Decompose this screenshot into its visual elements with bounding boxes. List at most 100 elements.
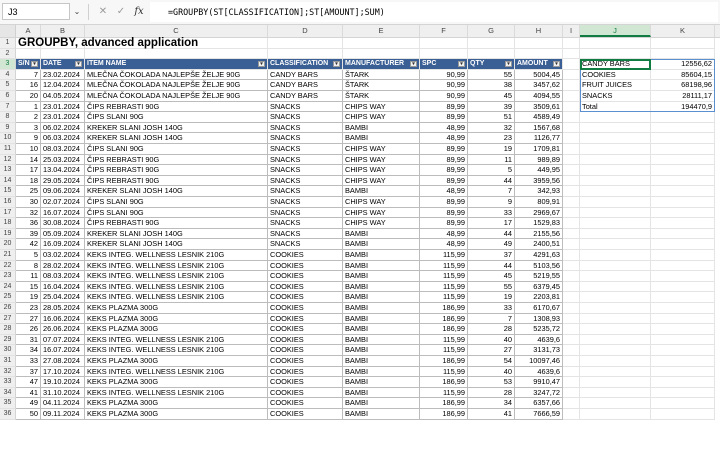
grid-cell[interactable]	[651, 334, 715, 346]
table-cell[interactable]: 37	[16, 366, 41, 378]
table-cell[interactable]: 16.09.2024	[41, 239, 85, 250]
grid-cell[interactable]	[580, 260, 651, 272]
close-icon[interactable]: ✕	[97, 3, 109, 20]
table-cell[interactable]: 7	[16, 69, 41, 81]
table-cell[interactable]: 23	[16, 303, 41, 314]
table-cell[interactable]: KEKS PLAZMA 300G	[85, 356, 268, 367]
table-cell[interactable]: 3457,62	[515, 80, 563, 91]
table-cell[interactable]: BAMBI	[343, 387, 420, 399]
grid-cell[interactable]	[563, 303, 580, 314]
table-cell[interactable]: 9	[468, 197, 515, 208]
table-cell[interactable]: 89,99	[420, 165, 468, 176]
grid-cell[interactable]	[563, 38, 580, 49]
table-cell[interactable]: KEKS INTEG. WELLNESS LESNIK 210G	[85, 271, 268, 282]
table-cell[interactable]: BAMBI	[343, 345, 420, 356]
table-cell[interactable]: 48,99	[420, 239, 468, 250]
row-header[interactable]: 34	[0, 387, 16, 399]
table-cell[interactable]: 90,99	[420, 69, 468, 81]
grid-cell[interactable]	[563, 250, 580, 261]
table-cell[interactable]: 40	[468, 366, 515, 378]
table-cell[interactable]: 06.02.2024	[41, 122, 85, 134]
grid-cell[interactable]	[580, 345, 651, 356]
grid-cell[interactable]	[580, 122, 651, 134]
table-cell[interactable]: 115,99	[420, 387, 468, 399]
table-cell[interactable]: 89,99	[420, 175, 468, 187]
filter-dropdown-icon[interactable]: ▾	[458, 61, 465, 68]
table-cell[interactable]: 12.04.2024	[41, 80, 85, 91]
row-header[interactable]: 32	[0, 366, 16, 378]
row-header[interactable]: 4	[0, 69, 16, 81]
grid-cell[interactable]	[563, 186, 580, 197]
table-cell[interactable]: 17.10.2024	[41, 366, 85, 378]
grid-cell[interactable]	[580, 303, 651, 314]
table-cell[interactable]: 186,99	[420, 398, 468, 409]
table-cell[interactable]: CANDY BARS	[268, 80, 343, 91]
grid-cell[interactable]	[580, 175, 651, 187]
table-cell[interactable]: 32	[16, 207, 41, 219]
table-cell[interactable]: BAMBI	[343, 356, 420, 367]
grid-cell[interactable]	[580, 218, 651, 229]
table-cell[interactable]: 2969,67	[515, 207, 563, 219]
table-cell[interactable]: CANDY BARS	[268, 69, 343, 81]
grid-cell[interactable]	[651, 186, 715, 197]
table-cell[interactable]: 115,99	[420, 250, 468, 261]
table-cell[interactable]: MLEČNA ČOKOLADA NAJLEPŠE ŽELJE 90G	[85, 91, 268, 102]
table-cell[interactable]: 55	[468, 69, 515, 81]
row-header[interactable]: 29	[0, 334, 16, 346]
grid-cell[interactable]	[563, 324, 580, 335]
table-cell[interactable]: 115,99	[420, 345, 468, 356]
grid-cell[interactable]	[563, 144, 580, 155]
table-cell[interactable]: BAMBI	[343, 228, 420, 240]
table-cell[interactable]: 115,99	[420, 260, 468, 272]
table-cell[interactable]: 23	[468, 133, 515, 144]
table-cell[interactable]: 19	[468, 144, 515, 155]
row-header[interactable]: 2	[0, 48, 16, 60]
grid-cell[interactable]	[651, 271, 715, 282]
groupby-value-cell[interactable]: 28111,17	[651, 91, 715, 102]
table-cell[interactable]: COOKIES	[268, 387, 343, 399]
select-all-corner[interactable]	[0, 25, 16, 37]
table-cell[interactable]: CANDY BARS	[268, 91, 343, 102]
table-cell[interactable]: 41	[16, 387, 41, 399]
row-header[interactable]: 14	[0, 175, 16, 187]
grid-cell[interactable]	[651, 366, 715, 378]
grid-cell[interactable]	[563, 334, 580, 346]
table-cell[interactable]: COOKIES	[268, 271, 343, 282]
table-cell[interactable]: COOKIES	[268, 366, 343, 378]
table-cell[interactable]: 186,99	[420, 377, 468, 388]
table-cell[interactable]: ČIPS SLANI 90G	[85, 197, 268, 208]
grid-cell[interactable]	[651, 292, 715, 303]
table-cell[interactable]: 32	[468, 122, 515, 134]
table-cell[interactable]: 28.05.2024	[41, 303, 85, 314]
grid-cell[interactable]	[468, 48, 515, 60]
table-cell[interactable]: 50	[16, 409, 41, 420]
grid-cell[interactable]	[563, 260, 580, 272]
table-cell[interactable]: 49	[16, 398, 41, 409]
table-cell[interactable]: 1529,83	[515, 218, 563, 229]
table-header-cell[interactable]: QTY ▾	[468, 59, 515, 70]
table-cell[interactable]: 17	[16, 165, 41, 176]
table-cell[interactable]: KEKS INTEG. WELLNESS LESNIK 210G	[85, 387, 268, 399]
grid-cell[interactable]	[651, 48, 715, 60]
table-cell[interactable]: 5219,55	[515, 271, 563, 282]
table-cell[interactable]: 6379,45	[515, 281, 563, 293]
table-cell[interactable]: 115,99	[420, 334, 468, 346]
grid-cell[interactable]	[563, 366, 580, 378]
row-header[interactable]: 35	[0, 398, 16, 409]
table-header-cell[interactable]: ITEM NAME ▾	[85, 59, 268, 70]
row-header[interactable]: 33	[0, 377, 16, 388]
table-cell[interactable]: 90,99	[420, 80, 468, 91]
table-cell[interactable]: COOKIES	[268, 281, 343, 293]
row-header[interactable]: 5	[0, 80, 16, 91]
table-cell[interactable]: 16.07.2024	[41, 345, 85, 356]
table-cell[interactable]: KEKS INTEG. WELLNESS LESNIK 210G	[85, 345, 268, 356]
table-cell[interactable]: 14	[16, 154, 41, 166]
table-cell[interactable]: 9	[16, 133, 41, 144]
table-cell[interactable]: SNACKS	[268, 101, 343, 113]
table-cell[interactable]: 51	[468, 112, 515, 123]
table-cell[interactable]: BAMBI	[343, 398, 420, 409]
table-cell[interactable]: ČIPS SLANI 90G	[85, 207, 268, 219]
column-header-i[interactable]: I	[563, 25, 580, 37]
table-cell[interactable]: ČIPS REBRASTI 90G	[85, 165, 268, 176]
table-cell[interactable]: 3509,61	[515, 101, 563, 113]
